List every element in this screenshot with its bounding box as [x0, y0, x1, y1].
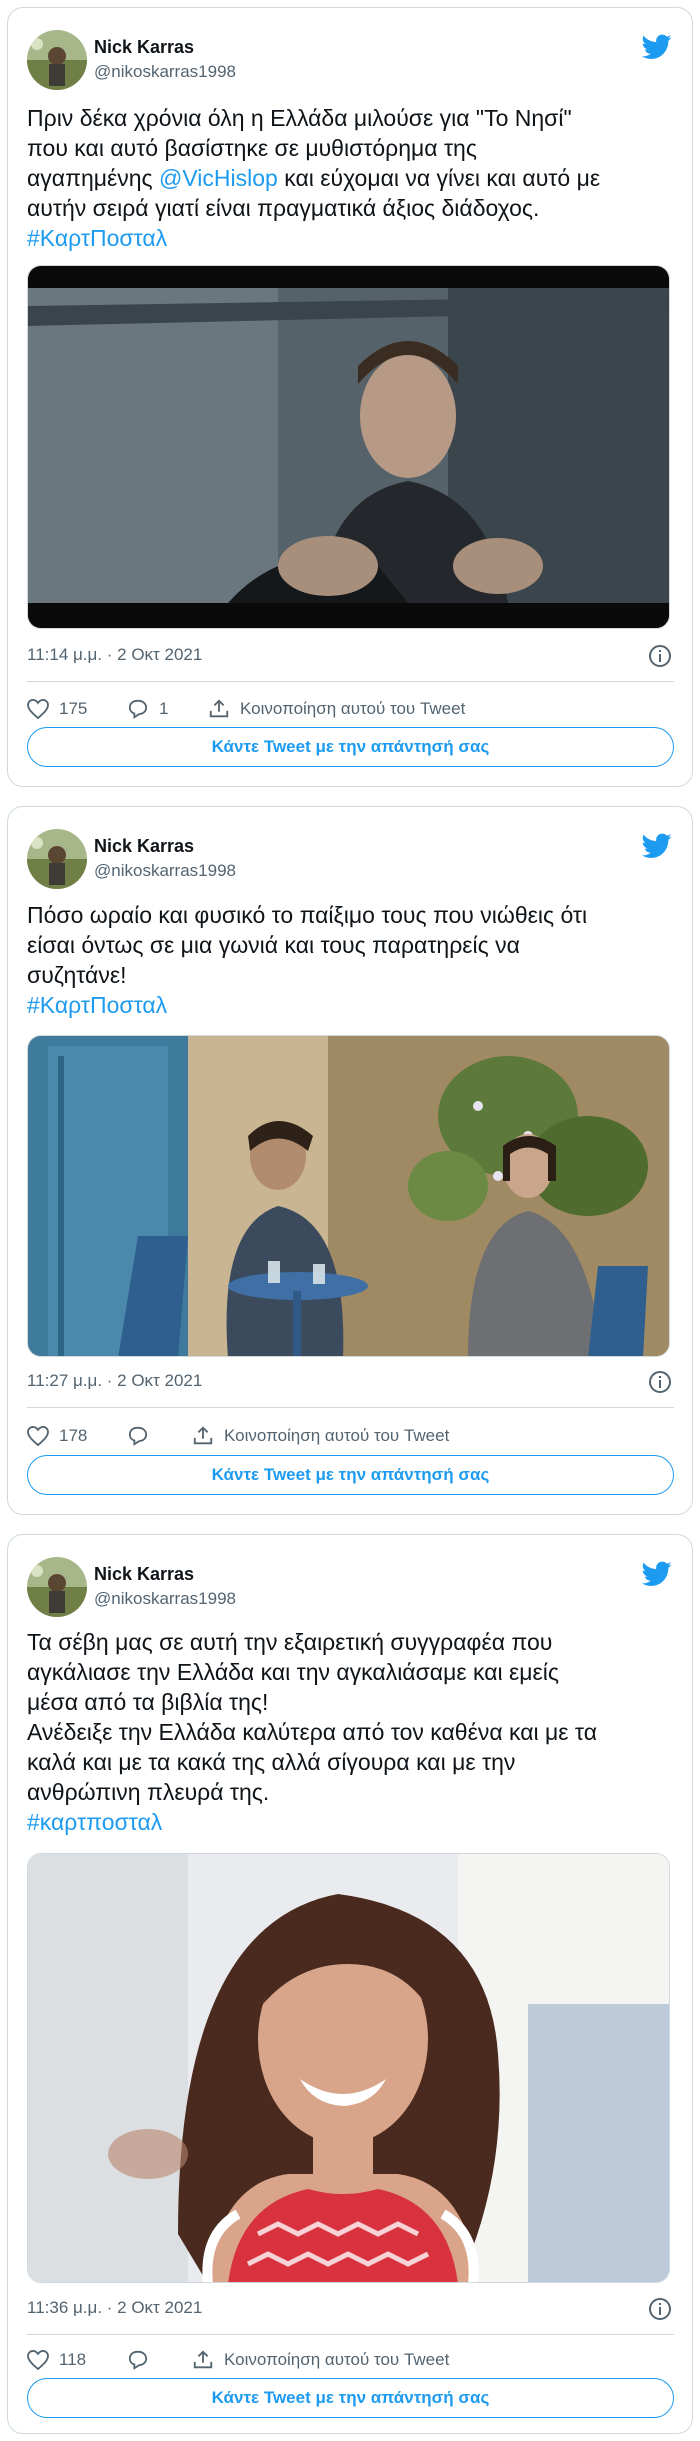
tweet-photo[interactable] — [27, 1853, 670, 2283]
heart-icon — [27, 699, 49, 719]
tweet-your-reply-button[interactable]: Κάντε Tweet με την απάντησή σας — [27, 2378, 674, 2418]
reply-count: 1 — [159, 699, 169, 718]
share-button[interactable]: Κοινοποίηση αυτού του Tweet — [192, 1421, 449, 1451]
reply-bubble-icon — [128, 2350, 148, 2370]
heart-icon — [27, 1426, 49, 1446]
avatar[interactable] — [27, 30, 87, 90]
tweet-card: Nick Karras @nikoskarras1998 Πριν δέκα χ… — [7, 7, 693, 787]
like-button[interactable]: 178 — [27, 1421, 87, 1451]
share-icon — [193, 2350, 213, 2369]
share-icon — [193, 1426, 213, 1445]
like-count: 178 — [59, 1426, 88, 1445]
hashtag-link[interactable]: #καρτποσταλ — [27, 1809, 162, 1835]
tweet-text: Πριν δέκα χρόνια όλη η Ελλάδα μιλούσε γι… — [27, 105, 601, 251]
author-name[interactable]: Nick Karras — [94, 836, 194, 857]
tweet-card: Nick Karras @nikoskarras1998 Τα σέβη μας… — [7, 1534, 693, 2434]
twitter-bird-icon[interactable] — [642, 34, 672, 60]
hashtag-link[interactable]: #ΚαρτΠοσταλ — [27, 992, 167, 1018]
like-button[interactable]: 175 — [27, 694, 87, 724]
divider — [27, 681, 674, 682]
twitter-bird-icon[interactable] — [642, 1561, 672, 1587]
twitter-bird-icon[interactable] — [642, 833, 672, 859]
tweet-timestamp[interactable]: 11:14 μ.μ. · 2 Οκτ 2021 — [27, 645, 202, 665]
tweet-your-reply-button[interactable]: Κάντε Tweet με την απάντησή σας — [27, 1455, 674, 1495]
tweet-timestamp[interactable]: 11:36 μ.μ. · 2 Οκτ 2021 — [27, 2298, 202, 2318]
author-handle[interactable]: @nikoskarras1998 — [94, 861, 236, 881]
mention-link[interactable]: @VicHislop — [159, 165, 278, 191]
reply-count-button[interactable] — [127, 2345, 159, 2375]
like-count: 175 — [59, 699, 88, 718]
tweet-text: Τα σέβη μας σε αυτή την εξαιρετική συγγρ… — [27, 1629, 597, 1835]
info-icon[interactable] — [648, 644, 672, 668]
tweet-timestamp[interactable]: 11:27 μ.μ. · 2 Οκτ 2021 — [27, 1371, 202, 1391]
author-handle[interactable]: @nikoskarras1998 — [94, 1589, 236, 1609]
share-button[interactable]: Κοινοποίηση αυτού του Tweet — [208, 694, 465, 724]
tweet-video-still[interactable] — [27, 265, 670, 629]
share-button[interactable]: Κοινοποίηση αυτού του Tweet — [192, 2345, 449, 2375]
author-name[interactable]: Nick Karras — [94, 1564, 194, 1585]
video-still-man-driving — [28, 266, 669, 628]
share-icon — [209, 699, 229, 718]
reply-bubble-icon — [128, 1426, 148, 1446]
photo-two-men-cafe — [28, 1036, 669, 1356]
share-label: Κοινοποίηση αυτού του Tweet — [224, 1426, 450, 1445]
tweet-photo[interactable] — [27, 1035, 670, 1357]
avatar[interactable] — [27, 829, 87, 889]
tweet-your-reply-button[interactable]: Κάντε Tweet με την απάντησή σας — [27, 727, 674, 767]
divider — [27, 2334, 674, 2335]
share-label: Κοινοποίηση αυτού του Tweet — [240, 699, 466, 718]
tweet-card: Nick Karras @nikoskarras1998 Πόσο ωραίο … — [7, 806, 693, 1515]
like-count: 118 — [59, 2350, 87, 2369]
share-label: Κοινοποίηση αυτού του Tweet — [224, 2350, 450, 2369]
info-icon[interactable] — [648, 1370, 672, 1394]
like-button[interactable]: 118 — [27, 2345, 86, 2375]
author-name[interactable]: Nick Karras — [94, 37, 194, 58]
hashtag-link[interactable]: #ΚαρτΠοσταλ — [27, 225, 167, 251]
tweet-actions: 175 1 Κοινοποίηση αυτού του Tweet — [27, 694, 674, 724]
reply-count-button[interactable] — [127, 1421, 159, 1451]
avatar[interactable] — [27, 1557, 87, 1617]
divider — [27, 1407, 674, 1408]
tweet-actions: 118 Κοινοποίηση αυτού του Tweet — [27, 2345, 674, 2375]
author-handle[interactable]: @nikoskarras1998 — [94, 62, 236, 82]
tweet-actions: 178 Κοινοποίηση αυτού του Tweet — [27, 1421, 674, 1451]
photo-woman-portrait — [28, 1854, 669, 2282]
info-icon[interactable] — [648, 2297, 672, 2321]
tweet-text: Πόσο ωραίο και φυσικό το παίξιμο τους πο… — [27, 902, 588, 1018]
reply-bubble-icon — [128, 699, 148, 719]
reply-count-button[interactable]: 1 — [127, 694, 168, 724]
heart-icon — [27, 2350, 49, 2370]
